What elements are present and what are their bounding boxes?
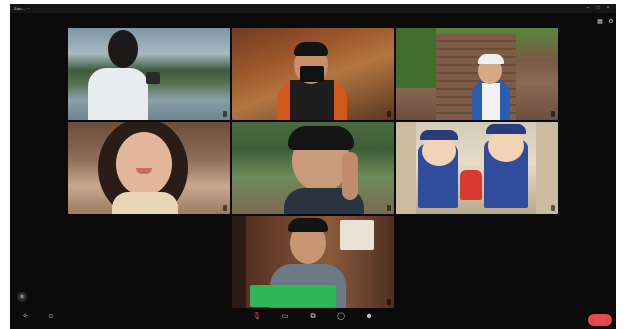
emoji-button[interactable]: ☺ <box>38 311 64 329</box>
minimize-icon[interactable]: – <box>584 4 592 13</box>
share-screen-icon: ⧉ <box>310 313 316 320</box>
participant-tile[interactable] <box>232 122 394 214</box>
participant-tile[interactable] <box>68 28 230 120</box>
participant-name <box>387 205 391 211</box>
participant-tile[interactable] <box>396 122 558 214</box>
participants-button[interactable]: ☻ <box>356 311 382 329</box>
microphone-button[interactable]: 🎙 <box>244 311 270 329</box>
participant-name <box>551 205 555 211</box>
chat-button[interactable]: ◯ <box>328 311 354 329</box>
participant-tile[interactable] <box>232 28 394 120</box>
participant-tile[interactable] <box>396 28 558 120</box>
meeting-window: Zalo – ··· – □ × ▦ ⚙ ◉ ✧ ☺ 🎙 ▭ ⧉ ◯ ☻ <box>10 4 616 329</box>
participant-name <box>551 111 555 117</box>
chat-message-popup[interactable] <box>250 285 336 307</box>
participant-name <box>223 111 227 117</box>
participant-tile[interactable] <box>68 122 230 214</box>
chat-icon: ◯ <box>337 313 345 320</box>
end-call-button[interactable] <box>588 314 612 326</box>
settings-icon[interactable]: ⚙ <box>607 18 615 26</box>
window-title: Zalo – ··· <box>14 6 31 11</box>
camera-button[interactable]: ▭ <box>272 311 298 329</box>
participant-name <box>387 111 391 117</box>
participant-name <box>387 299 391 305</box>
title-bar: Zalo – ··· – □ × <box>10 4 616 13</box>
effects-icon: ✧ <box>22 313 28 320</box>
emoji-icon: ☺ <box>47 313 55 320</box>
participant-name <box>223 205 227 211</box>
microphone-icon: 🎙 <box>252 313 262 320</box>
camera-icon: ▭ <box>281 313 289 320</box>
muted-indicator-icon[interactable]: ◉ <box>17 292 27 302</box>
participants-icon: ☻ <box>365 313 373 320</box>
grid-view-icon[interactable]: ▦ <box>596 18 604 26</box>
share-screen-button[interactable]: ⧉ <box>300 311 326 329</box>
close-icon[interactable]: × <box>604 4 612 13</box>
call-toolbar: ✧ ☺ 🎙 ▭ ⧉ ◯ ☻ <box>10 311 616 329</box>
effects-button[interactable]: ✧ <box>12 311 38 329</box>
maximize-icon[interactable]: □ <box>594 4 602 13</box>
